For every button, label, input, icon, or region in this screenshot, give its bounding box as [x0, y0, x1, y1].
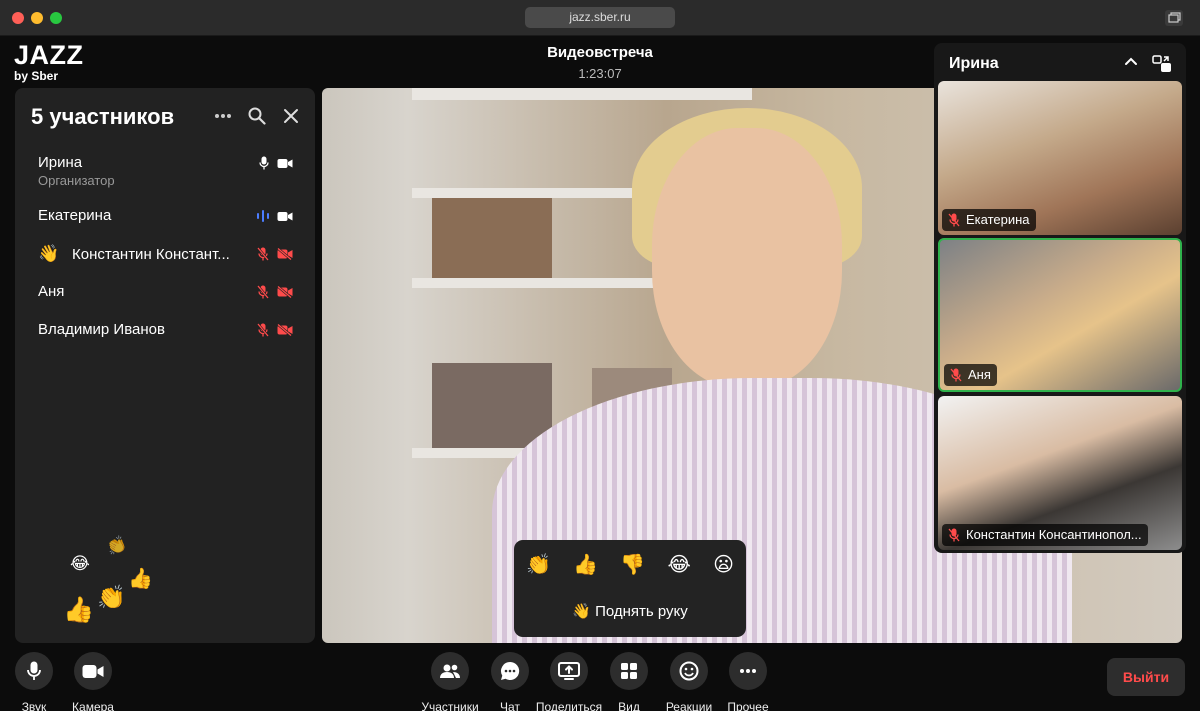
- thumbs-down-reaction-button[interactable]: 👎: [620, 552, 645, 577]
- participant-row[interactable]: Аня: [15, 277, 315, 315]
- participant-row[interactable]: Ирина Организатор: [15, 148, 315, 201]
- tile-participant-name: Константин Консантинопол...: [966, 527, 1142, 542]
- share-screen-icon: [558, 662, 580, 680]
- close-icon[interactable]: [281, 106, 301, 126]
- person-face: [652, 128, 842, 388]
- chat-icon: [501, 661, 520, 680]
- speaking-indicator-icon: [257, 210, 269, 222]
- logo-text: JAZZ: [14, 40, 84, 70]
- close-window-button[interactable]: [12, 12, 24, 24]
- participants-count-title: 5 участников: [31, 104, 175, 129]
- floating-reaction: 👍: [128, 568, 153, 590]
- chevron-up-icon[interactable]: [1124, 55, 1138, 69]
- bottom-toolbar: Звук Камера Участники Чат Поделиться Вид…: [0, 648, 1200, 711]
- window-restore-icon[interactable]: [1164, 9, 1184, 27]
- camera-icon: [277, 158, 293, 168]
- address-bar[interactable]: jazz.sber.ru: [525, 7, 675, 28]
- sad-reaction-button[interactable]: 😦: [713, 552, 734, 577]
- camera-button[interactable]: Камера: [58, 652, 128, 711]
- meeting-title: Видеовстреча: [547, 44, 653, 61]
- mic-icon: [259, 156, 269, 170]
- mic-muted-icon: [950, 368, 962, 382]
- participant-row[interactable]: Екатерина: [15, 201, 315, 239]
- participant-role: Организатор: [38, 173, 115, 188]
- video-tile[interactable]: Аня: [938, 238, 1182, 392]
- laugh-reaction-button[interactable]: 😂: [667, 552, 690, 577]
- participants-panel: 5 участников Ирина Организатор Екатерина…: [15, 88, 315, 643]
- books: [432, 198, 552, 278]
- camera-off-icon: [277, 248, 293, 260]
- participant-name: Екатерина: [38, 207, 112, 224]
- floating-reaction: 👏: [104, 535, 130, 558]
- floating-reaction: 😂: [70, 554, 90, 573]
- grid-icon: [621, 663, 637, 679]
- floating-reaction: 👏: [97, 584, 126, 610]
- mic-muted-icon: [257, 323, 269, 337]
- swap-layout-icon[interactable]: [1152, 55, 1172, 73]
- camera-off-icon: [277, 324, 293, 336]
- thumbs-up-reaction-button[interactable]: 👍: [573, 552, 598, 577]
- participant-row[interactable]: 👋 Константин Констант...: [15, 239, 315, 277]
- books: [432, 363, 552, 448]
- camera-off-icon: [277, 286, 293, 298]
- participant-name: Ирина: [38, 154, 83, 171]
- more-icon[interactable]: [213, 106, 233, 126]
- smile-icon: [679, 661, 699, 681]
- participants-list: Ирина Организатор Екатерина 👋 Константин …: [15, 148, 315, 353]
- participant-name: Аня: [38, 283, 65, 300]
- mic-muted-icon: [257, 247, 269, 261]
- app-root: JAZZ by Sber Видеовстреча 1:23:07 5 учас…: [0, 36, 1200, 711]
- raise-hand-label: Поднять руку: [595, 603, 688, 620]
- window-titlebar: jazz.sber.ru: [0, 0, 1200, 36]
- meeting-timer: 1:23:07: [578, 66, 622, 81]
- video-tile[interactable]: Константин Консантинопол...: [938, 396, 1182, 550]
- search-icon[interactable]: [247, 106, 267, 126]
- logo-subtitle: by Sber: [14, 69, 59, 83]
- participant-row[interactable]: Владимир Иванов: [15, 315, 315, 353]
- participant-name: Владимир Иванов: [38, 321, 165, 338]
- raise-hand-icon: 👋: [572, 603, 591, 620]
- tile-participant-name: Аня: [968, 367, 991, 382]
- maximize-window-button[interactable]: [50, 12, 62, 24]
- mic-icon: [27, 661, 41, 680]
- jazz-logo: JAZZ by Sber: [14, 40, 84, 84]
- floating-reaction: 👍: [63, 596, 95, 624]
- participant-name: Константин Констант...: [72, 246, 230, 263]
- pinned-speaker-name: Ирина: [949, 55, 999, 72]
- reactions-popup: 👏 👍 👎 😂 😦 👋 Поднять руку: [514, 540, 746, 637]
- raise-hand-button[interactable]: 👋 Поднять руку: [514, 602, 746, 620]
- tile-participant-label: Екатерина: [942, 209, 1036, 231]
- video-tile[interactable]: Екатерина: [938, 81, 1182, 235]
- mic-muted-icon: [948, 213, 960, 227]
- minimize-window-button[interactable]: [31, 12, 43, 24]
- mic-muted-icon: [948, 528, 960, 542]
- tile-participant-label: Константин Консантинопол...: [942, 524, 1148, 546]
- camera-label: Камера: [72, 700, 114, 711]
- exit-button[interactable]: Выйти: [1107, 658, 1185, 696]
- people-icon: [440, 664, 460, 678]
- video-tiles-panel: Ирина Екатерина Аня Константин Консантин…: [934, 43, 1186, 553]
- bookshelf: [412, 278, 672, 288]
- tile-participant-name: Екатерина: [966, 212, 1030, 227]
- clap-reaction-button[interactable]: 👏: [526, 552, 551, 577]
- more-label: Прочее: [727, 700, 769, 711]
- more-icon: [740, 669, 756, 673]
- camera-icon: [277, 211, 293, 221]
- camera-icon: [82, 664, 104, 678]
- bookshelf: [412, 88, 752, 100]
- mic-muted-icon: [257, 285, 269, 299]
- more-button[interactable]: Прочее: [713, 652, 783, 711]
- raised-hand-icon: 👋: [38, 244, 60, 263]
- tile-participant-label: Аня: [944, 364, 997, 386]
